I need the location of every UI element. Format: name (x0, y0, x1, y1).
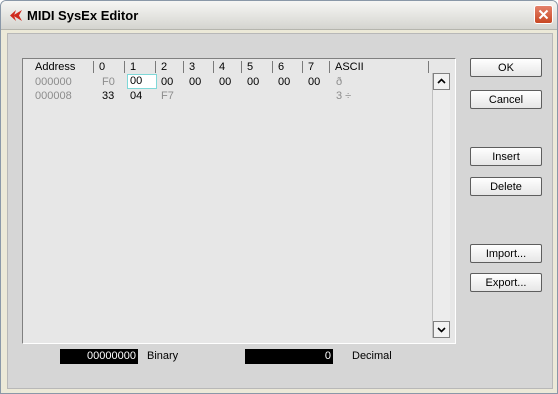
byte-cell[interactable]: 33 (102, 90, 114, 102)
delete-button[interactable]: Delete (470, 177, 542, 196)
ok-button[interactable]: OK (470, 58, 542, 77)
title-bar[interactable]: MIDI SysEx Editor (1, 1, 557, 30)
header-byte-2: 2 (161, 61, 168, 73)
header-byte-5: 5 (247, 61, 254, 73)
header-byte-6: 6 (278, 61, 285, 73)
byte-cell[interactable]: 00 (219, 76, 231, 88)
header-byte-1: 1 (130, 61, 137, 73)
insert-button[interactable]: Insert (470, 147, 542, 166)
byte-cell[interactable]: 00 (189, 76, 201, 88)
byte-cell[interactable]: F7 (161, 90, 174, 102)
byte-cell-selected[interactable]: 00 (127, 74, 157, 89)
header-address: Address (35, 61, 76, 73)
header-separator (183, 61, 184, 73)
hex-grid[interactable]: Address 0 1 2 3 4 5 6 7 ASCII 000000 F0 … (22, 58, 456, 344)
header-separator (93, 61, 94, 73)
scroll-up-button[interactable] (433, 73, 450, 90)
header-separator (302, 61, 303, 73)
byte-cell[interactable]: 00 (308, 76, 320, 88)
byte-cell[interactable]: 00 (161, 76, 173, 88)
import-button[interactable]: Import... (470, 244, 542, 263)
window-title: MIDI SysEx Editor (27, 8, 139, 23)
close-icon (538, 9, 549, 20)
header-separator (329, 61, 330, 73)
header-byte-4: 4 (219, 61, 226, 73)
header-separator (272, 61, 273, 73)
close-button[interactable] (534, 5, 553, 24)
header-separator (428, 61, 429, 73)
header-separator (155, 61, 156, 73)
decimal-label: Decimal (352, 350, 392, 362)
cancel-button[interactable]: Cancel (470, 90, 542, 109)
header-byte-7: 7 (308, 61, 315, 73)
header-separator (241, 61, 242, 73)
sysex-editor-window: MIDI SysEx Editor Address 0 1 2 3 4 5 6 … (0, 0, 558, 394)
decimal-field[interactable]: 0 (245, 349, 333, 364)
ascii-cell: 3 ÷ (336, 90, 352, 102)
byte-cell[interactable]: F0 (102, 76, 115, 88)
byte-cell[interactable]: 04 (130, 90, 142, 102)
chevron-up-icon (437, 78, 446, 84)
header-byte-0: 0 (99, 61, 106, 73)
header-ascii: ASCII (335, 61, 364, 73)
scroll-down-button[interactable] (433, 321, 450, 338)
binary-label: Binary (147, 350, 179, 362)
header-separator (124, 61, 125, 73)
vertical-scrollbar[interactable] (432, 73, 450, 338)
header-separator (213, 61, 214, 73)
byte-cell[interactable]: 00 (278, 76, 290, 88)
byte-cell[interactable]: 00 (247, 76, 259, 88)
binary-field[interactable]: 00000000 (60, 349, 138, 364)
ascii-cell: ð (336, 76, 343, 88)
export-button[interactable]: Export... (470, 273, 542, 292)
address-cell: 000008 (35, 90, 72, 102)
address-cell: 000000 (35, 76, 72, 88)
header-byte-3: 3 (189, 61, 196, 73)
chevron-down-icon (437, 327, 446, 333)
cubase-logo-icon (10, 10, 22, 21)
